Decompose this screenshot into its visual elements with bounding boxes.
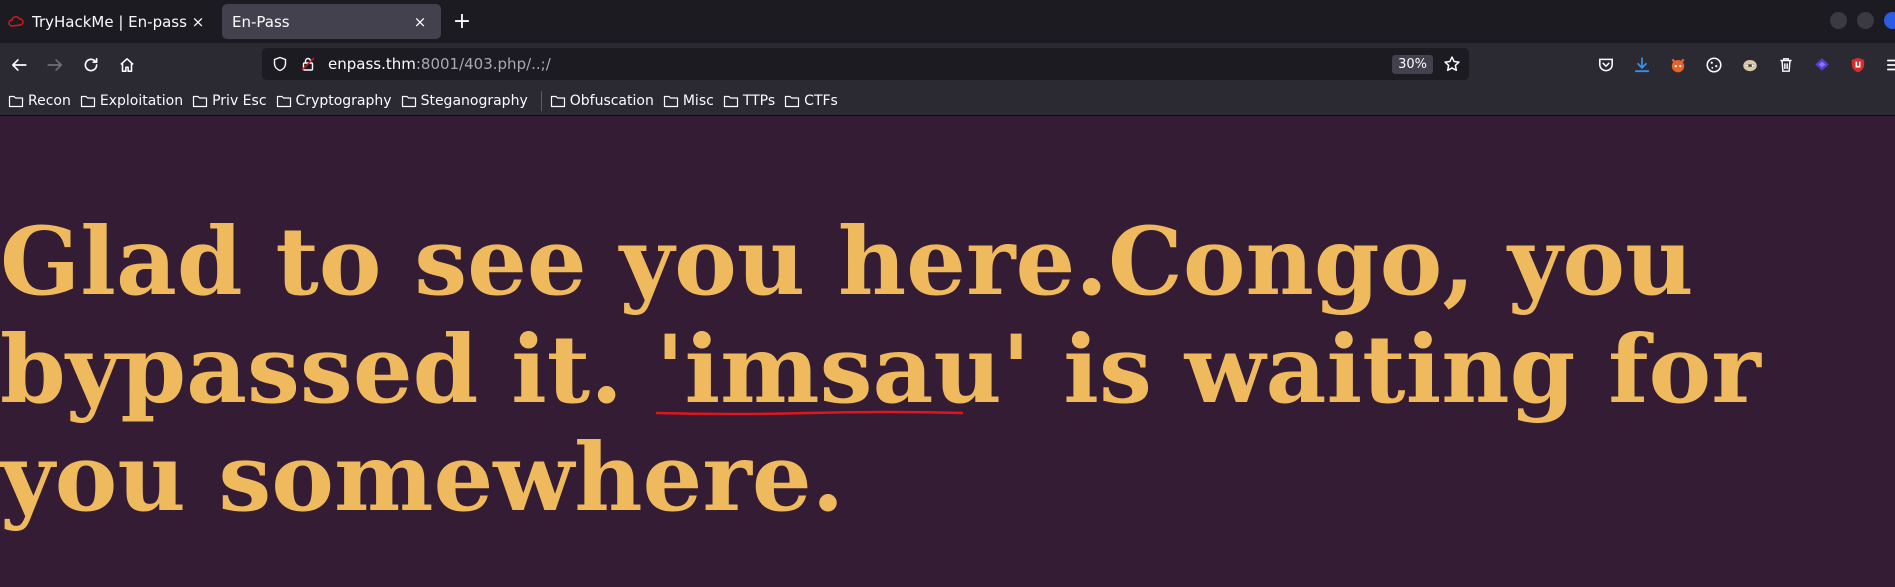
cookie-icon[interactable] [1696, 49, 1732, 81]
bookmark-label: Obfuscation [569, 92, 654, 109]
window-controls [1830, 12, 1895, 29]
back-button[interactable] [1, 49, 37, 81]
folder-icon [276, 95, 291, 107]
home-button[interactable] [109, 49, 145, 81]
bookmark-label: Exploitation [99, 92, 184, 109]
bookmark-label: Priv Esc [212, 92, 267, 109]
forward-arrow-icon [47, 58, 63, 71]
close-tab-icon[interactable]: × [189, 13, 207, 31]
folder-icon [663, 95, 678, 107]
folder-icon [8, 95, 24, 107]
folder-icon [550, 95, 565, 107]
reload-icon [84, 57, 98, 71]
bookmark-folder-obfuscation[interactable]: Obfuscation [550, 89, 658, 113]
zoom-level-button[interactable]: 30% [1392, 55, 1433, 74]
bookmark-folder-ctfs[interactable]: CTFs [784, 89, 842, 113]
url-bar[interactable]: enpass.thm:8001/403.php/..;/ 30% [262, 48, 1469, 80]
bookmark-folder-cryptography[interactable]: Cryptography [276, 89, 396, 113]
url-host: enpass.thm [328, 55, 416, 73]
reload-button[interactable] [73, 49, 109, 81]
bookmark-label: TTPs [742, 92, 776, 109]
url-text[interactable]: enpass.thm:8001/403.php/..;/ [328, 55, 551, 73]
back-arrow-icon [11, 58, 27, 71]
tracking-protection-shield-icon[interactable] [266, 48, 294, 80]
bookmark-folder-exploitation[interactable]: Exploitation [80, 89, 187, 113]
folder-icon [723, 95, 738, 107]
highlighted-word: imsau [684, 315, 1002, 425]
folder-icon [193, 95, 208, 107]
bookmark-folder-steganography[interactable]: Steganography [401, 89, 532, 113]
bookmark-star-icon[interactable] [1441, 54, 1463, 74]
page-content: Glad to see you here.Congo, you bypassed… [0, 116, 1895, 587]
navigation-toolbar: enpass.thm:8001/403.php/..;/ 30% [0, 43, 1895, 86]
tryhackme-cloud-icon [8, 14, 24, 30]
ublock-icon[interactable] [1840, 49, 1876, 81]
close-tab-icon[interactable]: × [411, 13, 429, 31]
new-tab-button[interactable]: + [445, 5, 479, 39]
bookmark-separator [540, 90, 542, 111]
downloads-icon[interactable] [1624, 49, 1660, 81]
folder-icon [401, 95, 416, 107]
connection-insecure-lock-icon[interactable] [294, 48, 322, 80]
foxyproxy-icon[interactable] [1660, 49, 1696, 81]
bookmark-label: Misc [682, 92, 714, 109]
bookmark-label: CTFs [804, 92, 838, 109]
pocket-icon[interactable] [1588, 49, 1624, 81]
maximize-button[interactable] [1857, 12, 1874, 29]
bookmark-label: Recon [28, 92, 71, 109]
tab-en-pass[interactable]: En-Pass × [222, 4, 441, 39]
trash-icon[interactable] [1768, 49, 1804, 81]
spellcheck-underline [656, 410, 963, 416]
tab-tryhackme[interactable]: TryHackMe | En-pass × [0, 4, 219, 39]
extensions-area [1588, 43, 1895, 86]
bookmark-folder-priv-esc[interactable]: Priv Esc [192, 89, 270, 113]
privacy-badger-icon[interactable] [1732, 49, 1768, 81]
tab-strip: TryHackMe | En-pass × En-Pass × + [0, 0, 1895, 43]
page-message: Glad to see you here.Congo, you bypassed… [0, 208, 1895, 532]
menu-icon[interactable] [1876, 49, 1895, 81]
url-path: :8001/403.php/..;/ [415, 55, 551, 73]
bookmark-label: Cryptography [295, 92, 392, 109]
close-window-button[interactable] [1884, 12, 1895, 29]
folder-icon [80, 95, 95, 107]
forward-button[interactable] [37, 49, 73, 81]
tab-title: TryHackMe | En-pass [32, 12, 187, 31]
bookmarks-toolbar: Recon Exploitation Priv Esc Cryptography… [0, 86, 1895, 116]
bookmark-folder-ttps[interactable]: TTPs [723, 89, 779, 113]
wappalyzer-icon[interactable] [1804, 49, 1840, 81]
folder-icon [785, 95, 800, 107]
home-icon [120, 57, 134, 72]
tab-title: En-Pass [232, 12, 290, 31]
bookmark-folder-misc[interactable]: Misc [663, 89, 718, 113]
minimize-button[interactable] [1830, 12, 1847, 29]
bookmark-label: Steganography [420, 92, 528, 109]
bookmark-folder-recon[interactable]: Recon [8, 89, 75, 113]
